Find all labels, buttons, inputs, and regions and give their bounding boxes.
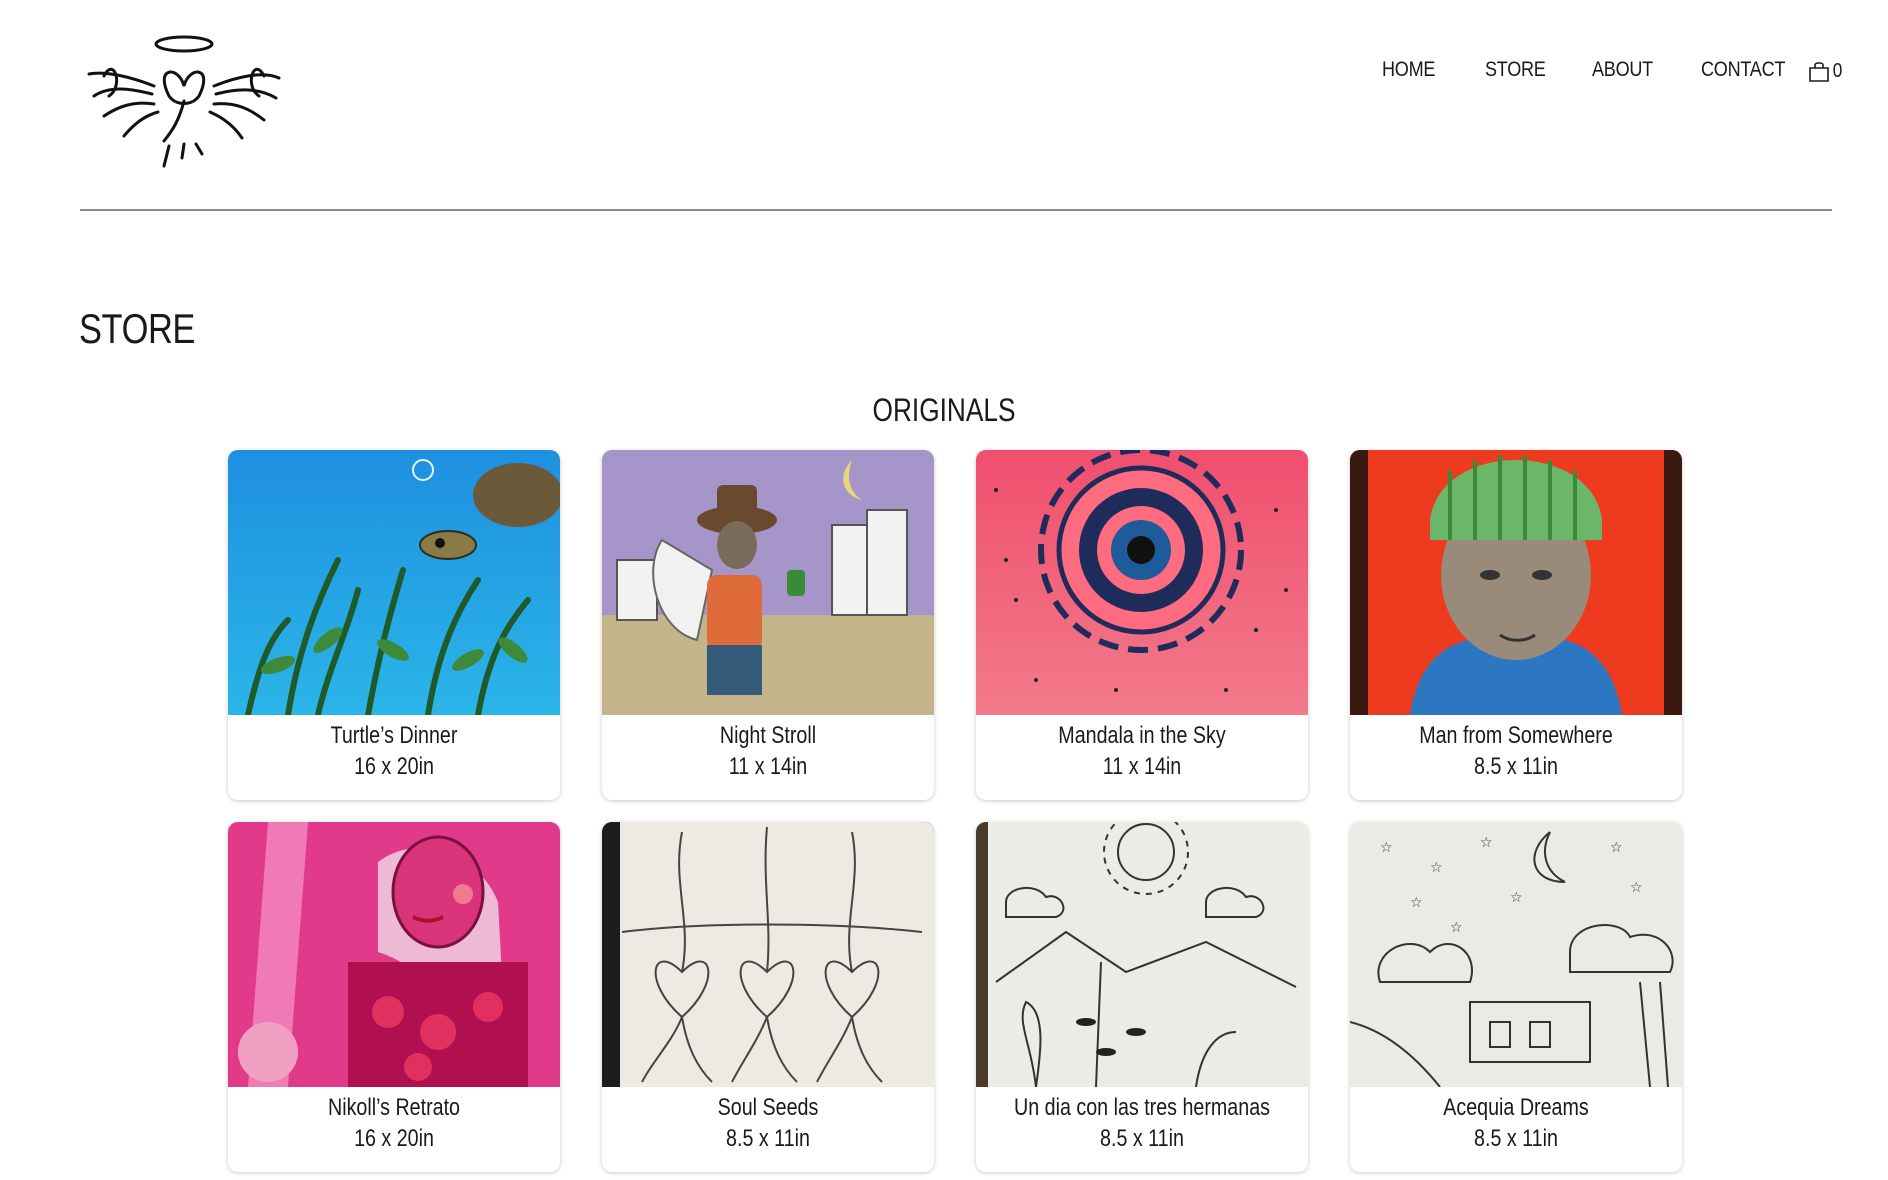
nav-store[interactable]: STORE (1485, 58, 1546, 82)
section-title: ORIGINALS (872, 392, 1016, 428)
product-title: Nikoll’s Retrato (328, 1094, 460, 1121)
product-card[interactable]: Turtle’s Dinner 16 x 20in (228, 450, 560, 800)
product-size: 16 x 20in (354, 753, 434, 780)
svg-text:☆: ☆ (1610, 840, 1623, 856)
nav-about[interactable]: ABOUT (1592, 58, 1653, 82)
product-size: 8.5 x 11in (1474, 753, 1558, 780)
product-image: ☆ ☆ ☆ ☆ ☆ ☆ ☆ ☆ (1350, 822, 1682, 1087)
main-nav: HOME STORE ABOUT CONTACT (0, 58, 1888, 90)
angel-logo[interactable] (84, 26, 284, 176)
page-title: STORE (79, 305, 195, 352)
product-image (228, 450, 560, 715)
product-size: 8.5 x 11in (1474, 1125, 1558, 1152)
product-caption: Soul Seeds 8.5 x 11in (602, 1092, 934, 1154)
product-card[interactable]: Mandala in the Sky 11 x 14in (976, 450, 1308, 800)
product-card[interactable]: ☆ ☆ ☆ ☆ ☆ ☆ ☆ ☆ Acequia Dreams 8.5 x 11in (1350, 822, 1682, 1172)
product-title: Acequia Dreams (1443, 1094, 1589, 1121)
product-image (228, 822, 560, 1087)
cart-button[interactable]: 0 (1808, 60, 1843, 83)
product-caption: Turtle’s Dinner 16 x 20in (228, 720, 560, 782)
svg-text:☆: ☆ (1450, 920, 1463, 936)
product-size: 11 x 14in (1102, 753, 1182, 780)
product-caption: Nikoll’s Retrato 16 x 20in (228, 1092, 560, 1154)
product-title: Night Stroll (719, 722, 817, 749)
product-size: 8.5 x 11in (1100, 1125, 1184, 1152)
product-caption: Mandala in the Sky 11 x 14in (976, 720, 1308, 782)
product-size: 8.5 x 11in (726, 1125, 810, 1152)
svg-text:☆: ☆ (1480, 835, 1493, 851)
nav-contact[interactable]: CONTACT (1701, 58, 1785, 82)
header-divider (80, 209, 1832, 211)
product-caption: Man from Somewhere 8.5 x 11in (1350, 720, 1682, 782)
shopping-bag-icon (1809, 61, 1829, 82)
product-card[interactable]: Nikoll’s Retrato 16 x 20in (228, 822, 560, 1172)
product-size: 16 x 20in (354, 1125, 434, 1152)
product-caption: Acequia Dreams 8.5 x 11in (1350, 1092, 1682, 1154)
cart-count: 0 (1832, 60, 1843, 82)
site-header: HOME STORE ABOUT CONTACT 0 (0, 0, 1888, 212)
product-card[interactable]: Soul Seeds 8.5 x 11in (602, 822, 934, 1172)
product-caption: Night Stroll 11 x 14in (602, 720, 934, 782)
svg-text:☆: ☆ (1380, 840, 1393, 856)
svg-text:☆: ☆ (1630, 880, 1643, 896)
product-title: Mandala in the Sky (1058, 722, 1226, 749)
product-caption: Un dia con las tres hermanas 8.5 x 11in (976, 1092, 1308, 1154)
product-card[interactable]: Night Stroll 11 x 14in (602, 450, 934, 800)
product-title: Turtle’s Dinner (330, 722, 458, 749)
product-image (602, 450, 934, 715)
product-image (976, 450, 1308, 715)
product-card[interactable]: Man from Somewhere 8.5 x 11in (1350, 450, 1682, 800)
nav-home[interactable]: HOME (1382, 58, 1435, 82)
product-image (1350, 450, 1682, 715)
product-title: Un dia con las tres hermanas (1014, 1094, 1270, 1121)
svg-text:☆: ☆ (1510, 890, 1523, 906)
svg-text:☆: ☆ (1410, 895, 1423, 911)
product-image (976, 822, 1308, 1087)
product-size: 11 x 14in (728, 753, 808, 780)
svg-text:☆: ☆ (1430, 860, 1443, 876)
product-card[interactable]: Un dia con las tres hermanas 8.5 x 11in (976, 822, 1308, 1172)
product-image (602, 822, 934, 1087)
product-title: Soul Seeds (717, 1094, 819, 1121)
product-title: Man from Somewhere (1419, 722, 1613, 749)
